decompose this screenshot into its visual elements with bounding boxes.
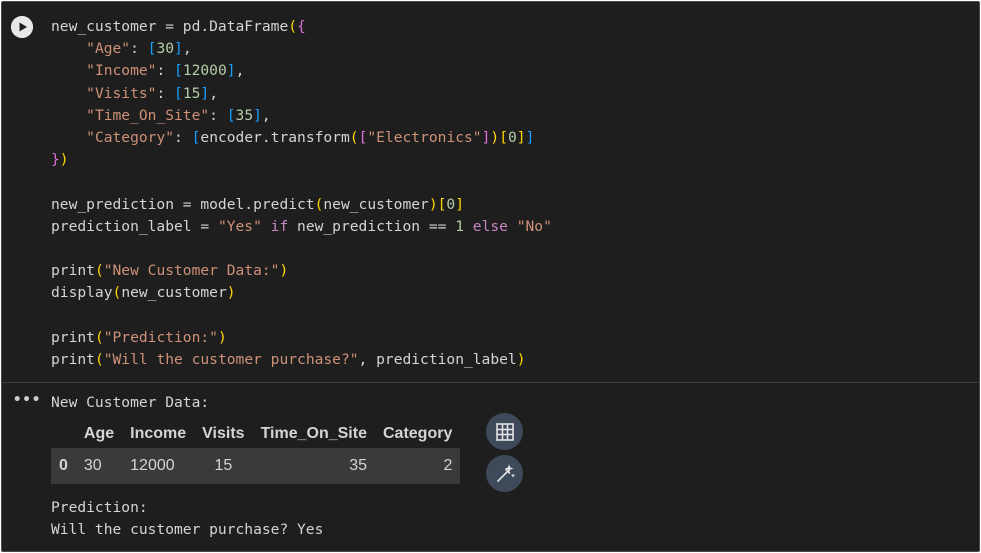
prediction-label: Prediction:	[51, 499, 148, 516]
cell-visits: 15	[194, 448, 253, 484]
dataframe-table: Age Income Visits Time_On_Site Category …	[51, 420, 461, 484]
cell-income: 12000	[122, 448, 195, 484]
run-cell-button[interactable]	[11, 16, 33, 38]
column-header-time-on-site: Time_On_Site	[260, 425, 367, 442]
table-row: 0 30 12000 15 35 2	[51, 448, 461, 484]
code-line: display(new_customer)	[51, 284, 236, 302]
output-divider	[2, 382, 979, 383]
column-header-index	[51, 420, 76, 448]
code-line: "Age": [30],	[86, 40, 192, 58]
code-line: new_prediction = model.predict(new_custo…	[51, 195, 465, 213]
play-icon	[11, 16, 33, 38]
column-header-income: Income	[130, 425, 187, 442]
cell-time-on-site: 35	[252, 448, 375, 484]
column-header-age: Age	[83, 425, 115, 442]
notebook-cell: new_customer = pd.DataFrame({ "Age": [30…	[1, 1, 980, 552]
code-line: })	[51, 151, 69, 169]
output-header-text: New Customer Data:	[51, 394, 210, 411]
cell-category: 2	[374, 448, 461, 484]
convert-to-table-button[interactable]	[486, 413, 523, 450]
code-line: print("New Customer Data:")	[51, 262, 289, 280]
prediction-result: Will the customer purchase? Yes	[51, 521, 324, 538]
magic-wand-icon	[496, 463, 515, 482]
output-menu-icon[interactable]: •••	[13, 392, 41, 408]
code-line: prediction_label = "Yes" if new_predicti…	[51, 217, 552, 235]
code-line: print("Will the customer purchase?", pre…	[51, 350, 526, 368]
table-grid-icon	[495, 422, 514, 441]
code-line: "Category": [encoder.transform(["Electro…	[86, 128, 535, 146]
code-editor[interactable]: new_customer = pd.DataFrame({ "Age": [30…	[51, 16, 552, 371]
code-line: "Visits": [15],	[86, 84, 218, 102]
code-line: new_customer = pd.DataFrame({	[51, 18, 306, 35]
code-line: "Time_On_Site": [35],	[86, 106, 271, 124]
column-header-category: Category	[382, 425, 453, 442]
row-index: 0	[51, 448, 76, 484]
suggest-chart-button[interactable]	[486, 455, 523, 492]
code-line: print("Prediction:")	[51, 328, 227, 346]
code-line: "Income": [12000],	[86, 62, 245, 80]
cell-age: 30	[75, 448, 123, 484]
table-header-row: Age Income Visits Time_On_Site Category	[51, 420, 460, 448]
column-header-visits: Visits	[202, 425, 245, 442]
